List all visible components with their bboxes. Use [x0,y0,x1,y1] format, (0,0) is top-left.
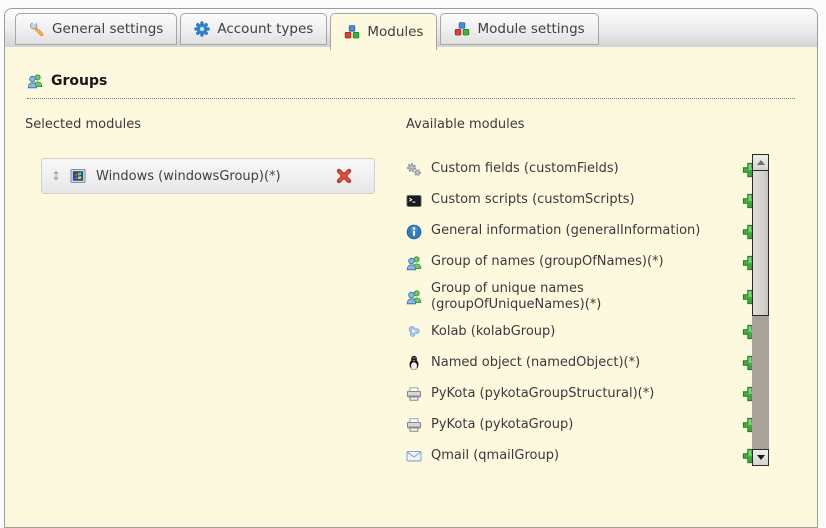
list-item: Group of names (groupOfNames)(*) [406,247,758,278]
tab-module-settings[interactable]: Module settings [440,13,598,45]
red-x-icon[interactable] [336,168,352,184]
list-item: Kolab (kolabGroup) [406,317,758,348]
gear-icon [194,21,210,37]
module-label: PyKota (pykotaGroupStructural)(*) [431,386,654,402]
module-label: Group of unique names (groupOfUniqueName… [431,281,603,314]
available-modules-column: Available modules Custom fields (customF… [377,117,797,472]
section-title: Groups [51,73,107,89]
scrollbar[interactable] [752,154,769,466]
module-label: PyKota (pykotaGroup) [431,417,573,433]
section-heading-groups: Groups [27,73,795,99]
list-item: Named object (namedObject)(*) [406,348,758,379]
selected-module-label: Windows (windowsGroup)(*) [96,169,336,184]
settings-window: General settings Account types Modules M… [4,8,818,528]
module-label: Kolab (kolabGroup) [431,324,555,340]
tab-label: Account types [217,21,313,37]
group-icon [406,289,422,305]
tab-bar: General settings Account types Modules M… [5,9,817,47]
list-item: Group of unique names (groupOfUniqueName… [406,278,758,317]
selected-module-row[interactable]: ↕ Windows (windowsGroup)(*) [41,158,375,194]
scrollbar-thumb[interactable] [752,170,769,316]
modules-cubes-icon [454,21,470,37]
windows-icon [70,168,86,184]
info-icon [406,224,422,240]
group-icon [406,255,422,271]
gears-icon [406,162,422,178]
modules-settings-page: { "tabs": [ { "label": "General settings… [0,0,826,481]
selected-modules-heading: Selected modules [25,117,377,132]
penguin-icon [406,355,422,371]
selected-modules-column: Selected modules ↕ Windows (windowsGroup… [25,117,377,472]
module-label: Custom fields (customFields) [431,161,619,177]
modules-columns: Selected modules ↕ Windows (windowsGroup… [25,117,797,472]
module-label: Group of names (groupOfNames)(*) [431,254,664,270]
list-item: General information (generalInformation) [406,216,758,247]
tab-label: General settings [52,21,163,37]
list-item: Qmail (qmailGroup) [406,441,758,472]
list-item: PyKota (pykotaGroupStructural)(*) [406,379,758,410]
module-label: Custom scripts (customScripts) [431,192,635,208]
tab-general-settings[interactable]: General settings [15,13,177,45]
scrollbar-track[interactable] [752,316,769,449]
kolab-icon [406,324,422,340]
available-modules-heading: Available modules [406,117,797,132]
drag-handle-icon[interactable]: ↕ [50,169,62,183]
list-item: Custom fields (customFields) [406,154,758,185]
tab-modules[interactable]: Modules [330,13,437,50]
module-label: Qmail (qmailGroup) [431,448,559,464]
tab-account-types[interactable]: Account types [180,13,327,45]
list-item: Custom scripts (customScripts) [406,185,758,216]
envelope-icon [406,448,422,464]
module-label: Named object (namedObject)(*) [431,355,640,371]
available-modules-wrap: Custom fields (customFields) Custom scri… [406,154,797,472]
modules-cubes-icon [344,24,360,40]
scroll-down-icon [757,455,765,460]
modules-tab-content: Groups Selected modules ↕ Windows (windo… [5,73,817,472]
scroll-up-button[interactable] [752,154,769,171]
scroll-up-icon [757,160,765,165]
printer-icon [406,386,422,402]
group-icon [27,73,43,89]
scroll-down-button[interactable] [752,449,769,466]
list-item: PyKota (pykotaGroup) [406,410,758,441]
printer-icon [406,417,422,433]
wrench-icon [29,21,45,37]
module-label: General information (generalInformation) [431,223,700,239]
available-modules-list: Custom fields (customFields) Custom scri… [406,154,758,472]
tab-label: Module settings [477,21,584,37]
tab-label: Modules [367,24,423,40]
terminal-icon [406,193,422,209]
